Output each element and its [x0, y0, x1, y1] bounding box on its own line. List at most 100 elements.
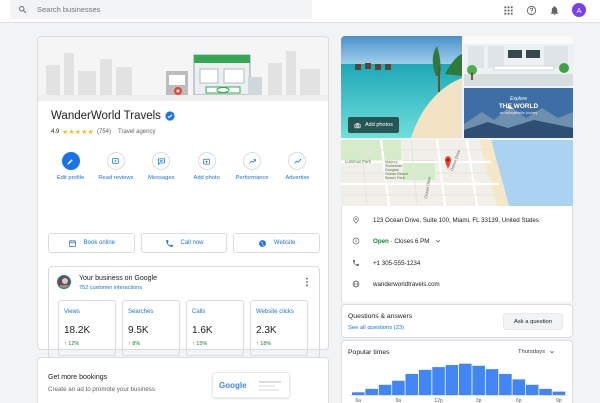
top-bar: A	[0, 0, 600, 23]
stat-searches[interactable]: Searches 9.5K ↑ 8%	[122, 300, 180, 356]
call-now-label: Call now	[180, 240, 204, 246]
business-logo	[57, 275, 71, 289]
reviews-icon	[112, 157, 120, 164]
search-input[interactable]	[37, 5, 297, 14]
add-photo-icon	[203, 158, 211, 164]
map-label-lummus-park: Lummus Park	[345, 159, 371, 164]
action-messages[interactable]: Messages	[139, 152, 184, 181]
bar-8p[interactable]	[539, 388, 552, 395]
message-icon	[157, 158, 165, 165]
trending-icon	[248, 158, 256, 164]
action-advertise[interactable]: Advertise	[275, 152, 320, 181]
photo-office[interactable]	[464, 36, 573, 86]
verified-badge-icon	[165, 111, 175, 121]
stat-value: 2.3K	[256, 325, 277, 336]
hours-status: Open	[373, 237, 389, 245]
storefront-illustration	[38, 37, 328, 101]
tick-label-9p: 9p	[556, 398, 562, 403]
stat-label: Calls	[192, 309, 206, 315]
bar-12p[interactable]	[432, 367, 445, 395]
bar-2p[interactable]	[459, 363, 472, 395]
stat-label: Website clicks	[256, 309, 294, 315]
business-name-row: WanderWorld Travels	[51, 110, 175, 122]
search-bar[interactable]	[10, 0, 312, 19]
ask-question-button[interactable]: Ask a question	[503, 313, 563, 330]
bar-9p[interactable]	[552, 391, 566, 395]
notifications-bell-icon[interactable]	[549, 5, 560, 16]
review-count[interactable]: (754)	[97, 129, 111, 135]
bar-7p[interactable]	[525, 384, 539, 395]
promo-world-text: THE WORLD	[498, 103, 539, 110]
bar-1p[interactable]	[445, 365, 459, 395]
stat-views[interactable]: Views 18.2K ↑ 12%	[58, 300, 116, 356]
book-online-label: Book online	[83, 240, 116, 246]
camera-icon	[354, 122, 361, 128]
google-wordmark: Google	[219, 381, 247, 390]
popular-times-chart: 6a 9a 12p 3p 6p 9p	[350, 363, 568, 403]
account-avatar[interactable]: A	[572, 3, 586, 17]
action-add-photo[interactable]: Add photo	[184, 152, 229, 181]
customer-interactions-link[interactable]: 752 customer interactions	[79, 285, 142, 291]
bar-8a[interactable]	[378, 384, 392, 395]
your-business-title: Your business on Google	[79, 275, 157, 282]
location-map[interactable]: Lummus Park Marjory Stoneman Douglas Oce…	[341, 140, 573, 206]
add-photos-label: Add photos	[365, 122, 393, 128]
call-now-button[interactable]: Call now	[140, 233, 228, 253]
bar-10a[interactable]	[405, 373, 419, 395]
photo-gallery: Add photos Explore THE WORLD an unforget…	[341, 36, 573, 138]
stat-change: ↑ 12%	[64, 341, 80, 347]
stat-website-clicks[interactable]: Website clicks 2.3K ↑ 18%	[250, 300, 308, 356]
bar-6a[interactable]	[352, 392, 365, 395]
popular-times-title: Popular times	[348, 349, 390, 356]
bar-6p[interactable]	[512, 379, 526, 395]
clock-icon	[352, 237, 360, 245]
rating-stars: ★★★★★	[62, 129, 94, 136]
book-online-button[interactable]: Book online	[48, 233, 135, 253]
action-label: Advertise	[285, 175, 310, 181]
performance-stats: Views 18.2K ↑ 12% Searches 9.5K ↑ 8% Cal…	[58, 300, 308, 356]
day-selector[interactable]: Thursdays	[518, 349, 555, 355]
more-options-icon[interactable]	[305, 277, 309, 287]
bar-7a[interactable]	[365, 388, 378, 395]
business-profile-card: WanderWorld Travels 4.9 ★★★★★ (754) Trav…	[37, 36, 329, 379]
action-read-reviews[interactable]: Read reviews	[93, 152, 138, 181]
bar-9a[interactable]	[392, 380, 405, 395]
globe-icon	[352, 280, 360, 288]
phone-row[interactable]: +1 305-555-1234	[352, 259, 420, 267]
get-more-bookings-card: Get more bookings Create an ad to promot…	[37, 357, 329, 403]
bar-3p[interactable]	[472, 365, 485, 395]
stat-value: 18.2K	[64, 325, 91, 336]
help-icon[interactable]	[526, 5, 537, 16]
bar-4p[interactable]	[485, 369, 499, 395]
website-button[interactable]: Website	[233, 233, 321, 253]
photo-explore-promo[interactable]: Explore THE WORLD an unforgettable journ…	[464, 88, 573, 138]
action-edit-profile[interactable]: Edit profile	[48, 152, 93, 181]
apps-grid-icon[interactable]	[503, 5, 514, 16]
stat-change: ↑ 8%	[128, 341, 141, 347]
photo-beach[interactable]: Add photos	[341, 36, 462, 138]
bar-11a[interactable]	[418, 369, 432, 395]
tick-label-9a: 9a	[396, 398, 402, 403]
stat-calls[interactable]: Calls 1.6K ↑ 15%	[186, 300, 244, 356]
location-pin-icon	[353, 216, 359, 224]
action-performance[interactable]: Performance	[230, 152, 275, 181]
website-row[interactable]: wanderworldtravels.com	[352, 280, 440, 288]
bar-5p[interactable]	[499, 373, 512, 395]
hours-row[interactable]: Open · Closes 6 PM	[352, 237, 442, 245]
address-row[interactable]: 123 Ocean Drive, Suite 100, Miami, FL 33…	[352, 216, 539, 224]
business-info: 123 Ocean Drive, Suite 100, Miami, FL 33…	[341, 206, 573, 302]
action-label: Edit profile	[56, 175, 85, 181]
stat-change: ↑ 15%	[192, 341, 208, 347]
stat-label: Views	[64, 309, 80, 315]
map-label-marjory-park: Marjory Stoneman Douglas Ocean Beach Bea…	[385, 160, 409, 180]
add-photos-button[interactable]: Add photos	[348, 117, 399, 133]
action-label: Messages	[148, 175, 175, 181]
chevron-down-icon[interactable]	[434, 237, 442, 245]
questions-answers-card: Questions & answers See all questions (2…	[341, 304, 573, 338]
phone-icon	[165, 239, 173, 247]
tick-label-12p: 12p	[434, 398, 443, 403]
rating-row: 4.9 ★★★★★ (754) Travel agency	[51, 128, 155, 136]
google-ad-preview: Google	[212, 372, 290, 398]
website-label: Website	[273, 240, 296, 246]
see-all-questions-link[interactable]: See all questions (23)	[348, 325, 404, 331]
